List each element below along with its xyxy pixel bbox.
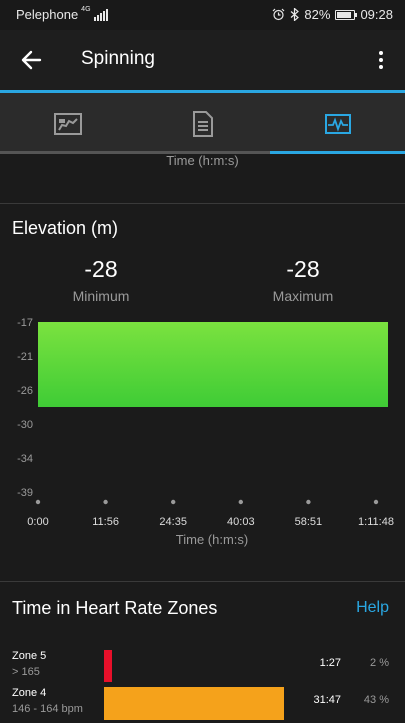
clock: 09:28 bbox=[360, 7, 393, 22]
x-tick-label: 0:00 bbox=[27, 516, 48, 528]
alarm-icon bbox=[272, 8, 285, 21]
x-tick-label: 11:56 bbox=[92, 516, 119, 528]
carrier-name: Pelephone bbox=[16, 7, 79, 22]
x-tick-dot bbox=[306, 499, 311, 505]
tab-charts[interactable] bbox=[270, 93, 405, 154]
y-tick-label: -17 bbox=[17, 317, 33, 329]
y-tick-label: -30 bbox=[17, 419, 33, 431]
tab-bar bbox=[0, 93, 405, 154]
back-arrow-icon[interactable] bbox=[18, 46, 46, 74]
zone-time: 31:47 bbox=[313, 694, 341, 706]
y-tick-label: -26 bbox=[17, 385, 33, 397]
x-tick-label: 24:35 bbox=[159, 516, 187, 528]
section-divider bbox=[0, 581, 405, 582]
zone-name: Zone 5 bbox=[12, 650, 47, 662]
zone-row: Zone 4 146 - 164 bpm 31:47 43 % bbox=[0, 687, 405, 723]
x-tick-dot bbox=[373, 499, 379, 505]
x-tick-dot bbox=[171, 499, 176, 505]
heart-rate-zones-title: Time in Heart Rate Zones bbox=[12, 598, 218, 618]
zone-range: 146 - 164 bpm bbox=[12, 703, 83, 715]
bluetooth-icon bbox=[291, 8, 300, 21]
zone-percent: 2 % bbox=[370, 657, 389, 669]
zone-bar bbox=[104, 650, 112, 682]
zone-bar bbox=[104, 687, 284, 720]
zone-name: Zone 4 bbox=[12, 687, 47, 699]
network-type: 4G bbox=[81, 6, 91, 13]
elevation-minimum-value: -28 bbox=[84, 256, 118, 282]
section-divider bbox=[0, 203, 405, 204]
y-tick-label: -34 bbox=[17, 453, 33, 465]
status-bar: Pelephone 4G 82% 09:28 bbox=[0, 0, 405, 30]
x-tick-dot bbox=[35, 499, 41, 505]
x-tick-label: 40:03 bbox=[227, 516, 255, 528]
elevation-area bbox=[38, 322, 388, 407]
x-tick-label: 58:51 bbox=[295, 516, 323, 528]
y-tick-label: -39 bbox=[17, 487, 33, 499]
zone-row: Zone 5 > 165 1:27 2 % bbox=[0, 650, 405, 686]
summary-map-icon bbox=[53, 112, 82, 135]
details-document-icon bbox=[192, 110, 213, 137]
tab-details[interactable] bbox=[135, 93, 270, 154]
zone-range: > 165 bbox=[12, 666, 40, 678]
zone-percent: 43 % bbox=[363, 694, 389, 706]
app-bar: Spinning bbox=[0, 30, 405, 90]
battery-percent: 82% bbox=[304, 7, 331, 22]
elevation-minimum-label: Minimum bbox=[72, 288, 130, 304]
x-tick-dot bbox=[238, 499, 243, 505]
x-tick-label: 1:11:48 bbox=[358, 516, 394, 528]
signal-icon bbox=[93, 8, 108, 21]
page-title: Spinning bbox=[81, 48, 155, 69]
overflow-menu-icon[interactable] bbox=[373, 48, 389, 72]
x-tick-dot bbox=[103, 499, 108, 505]
y-tick-label: -21 bbox=[17, 351, 33, 363]
elevation-title: Elevation (m) bbox=[12, 218, 119, 238]
elevation-maximum-label: Maximum bbox=[272, 288, 334, 304]
elevation-maximum-value: -28 bbox=[286, 256, 320, 282]
help-link[interactable]: Help bbox=[356, 599, 389, 617]
elevation-chart: -17 -21 -26 -30 -34 -39 0:00 11:56 24:35 40:03 58:… bbox=[17, 317, 394, 547]
zone-time: 1:27 bbox=[319, 657, 341, 669]
x-axis-label: Time (h:m:s) bbox=[176, 532, 248, 547]
tab-summary[interactable] bbox=[0, 93, 135, 154]
battery-icon bbox=[335, 9, 358, 20]
charts-icon bbox=[324, 113, 351, 134]
previous-chart-x-axis-label: Time (h:m:s) bbox=[166, 153, 239, 168]
